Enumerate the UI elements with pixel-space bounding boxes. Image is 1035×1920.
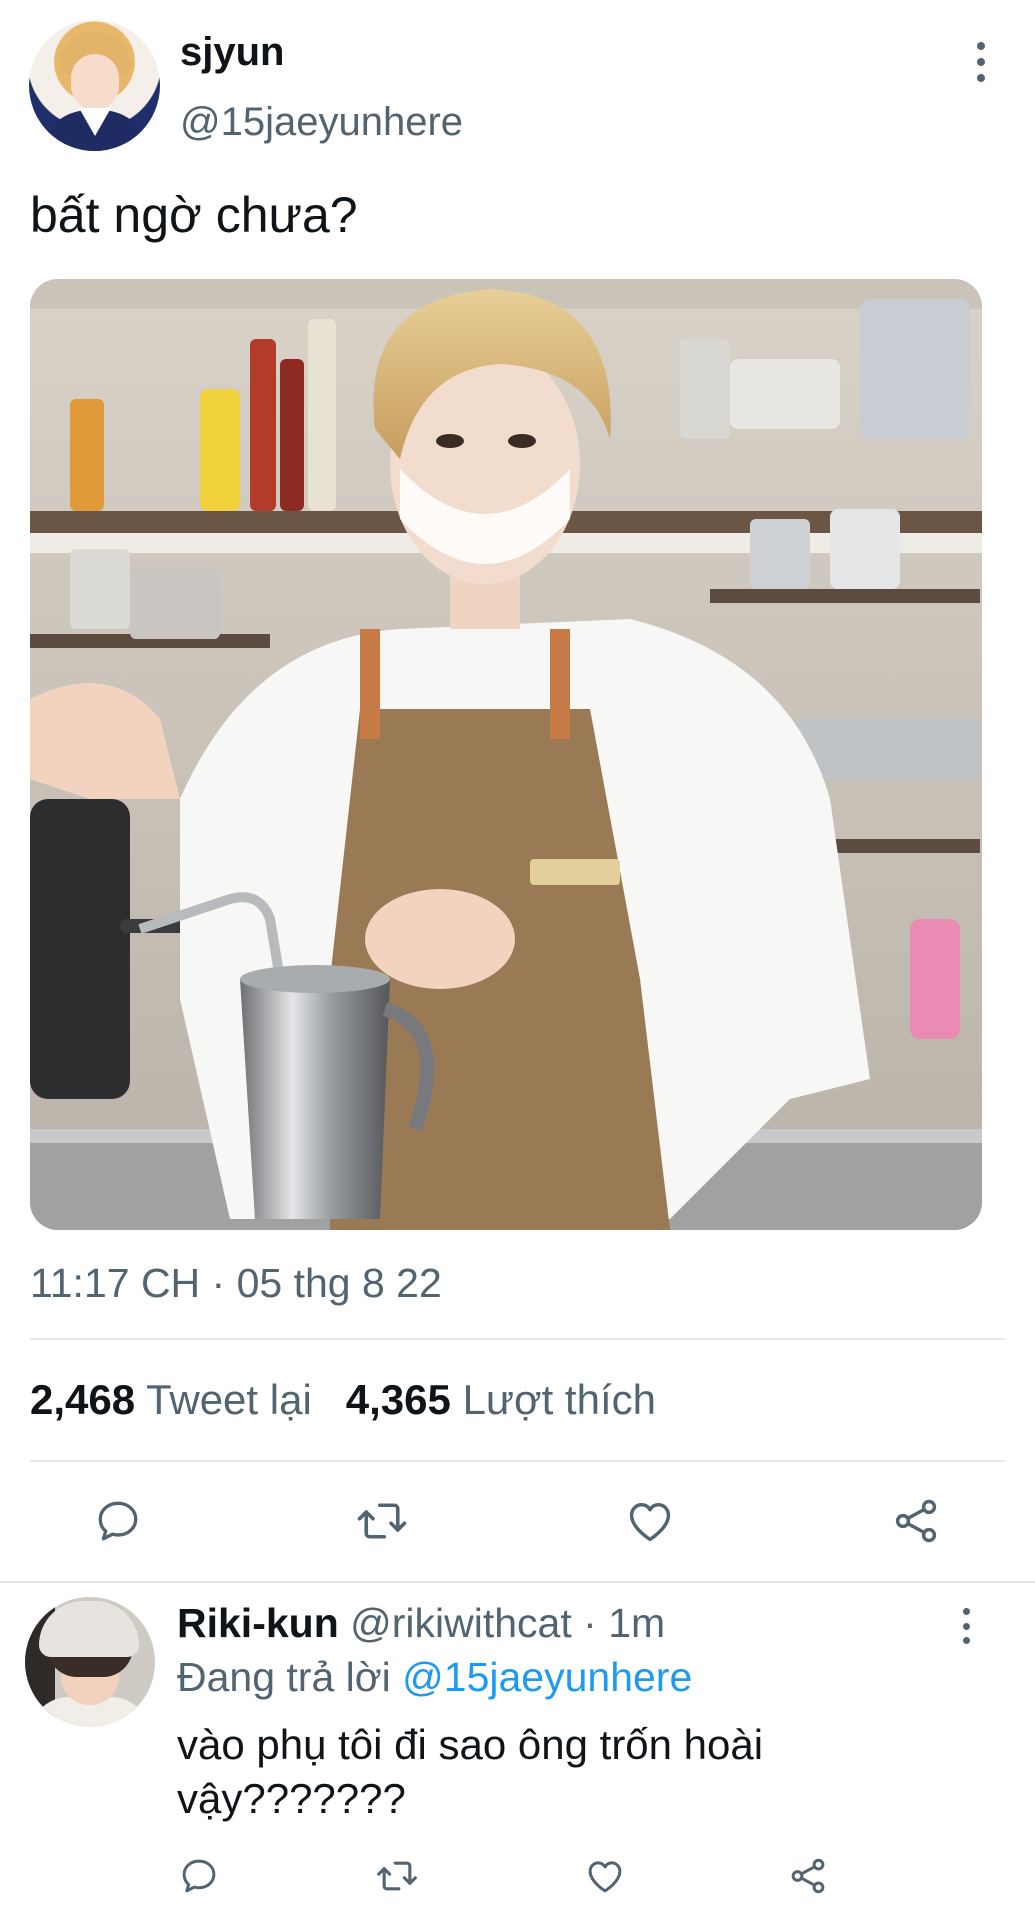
reply-like-button[interactable] (577, 1848, 633, 1904)
likes-count-link[interactable]: 4,365 Lượt thích (346, 1376, 656, 1423)
reply-button[interactable] (90, 1493, 146, 1549)
like-icon (629, 1503, 671, 1542)
reply-more-options-icon[interactable] (956, 1608, 976, 1644)
reply-header: Riki-kun @rikiwithcat · 1m (177, 1600, 665, 1647)
replying-prefix: Đang trả lời (177, 1654, 391, 1700)
reply-share-button[interactable] (780, 1848, 836, 1904)
tweet-stats: 2,468 Tweet lại 4,365 Lượt thích (30, 1376, 656, 1424)
reply-retweet-button[interactable] (369, 1848, 425, 1904)
reply-time[interactable]: 1m (608, 1600, 665, 1646)
retweets-count-link[interactable]: 2,468 Tweet lại (30, 1376, 312, 1423)
tweet-timestamp[interactable]: 11:17 CH · 05 thg 8 22 (30, 1260, 442, 1307)
reply-icon (182, 1859, 216, 1893)
replying-to: Đang trả lời @15jaeyunhere (177, 1654, 692, 1701)
tweet-detail-page: sjyun @15jaeyunhere bất ngờ chưa? 11:17 … (0, 0, 1035, 1920)
reply-icon (98, 1501, 138, 1541)
author-display-name[interactable]: sjyun (180, 30, 284, 75)
more-options-icon[interactable] (968, 42, 994, 82)
reply-text: vào phụ tôi đi sao ông trốn hoài vậy????… (177, 1721, 764, 1822)
like-button[interactable] (622, 1493, 678, 1549)
reply-avatar[interactable] (25, 1597, 155, 1727)
like-icon (588, 1861, 622, 1893)
share-icon (791, 1858, 825, 1894)
replying-mention-link[interactable]: @15jaeyunhere (402, 1654, 692, 1700)
reply-reply-button[interactable] (171, 1848, 227, 1904)
reply-display-name[interactable]: Riki-kun (177, 1600, 339, 1646)
divider (30, 1460, 1005, 1462)
tweet-text: bất ngờ chưa? (30, 187, 358, 243)
likes-label: Lượt thích (462, 1376, 656, 1423)
reply-handle[interactable]: @rikiwithcat (350, 1600, 572, 1646)
retweet-icon (357, 1503, 407, 1539)
share-button[interactable] (888, 1493, 944, 1549)
reply-dot: · (583, 1600, 597, 1646)
author-handle[interactable]: @15jaeyunhere (180, 100, 463, 145)
share-icon (895, 1499, 937, 1543)
tweet-photo[interactable] (30, 279, 982, 1230)
retweets-count: 2,468 (30, 1376, 136, 1423)
divider (30, 1338, 1005, 1340)
divider (0, 1581, 1035, 1583)
author-avatar[interactable] (29, 20, 160, 151)
retweet-icon (377, 1861, 417, 1891)
likes-count: 4,365 (345, 1376, 451, 1423)
retweets-label: Tweet lại (146, 1376, 312, 1423)
retweet-button[interactable] (354, 1493, 410, 1549)
